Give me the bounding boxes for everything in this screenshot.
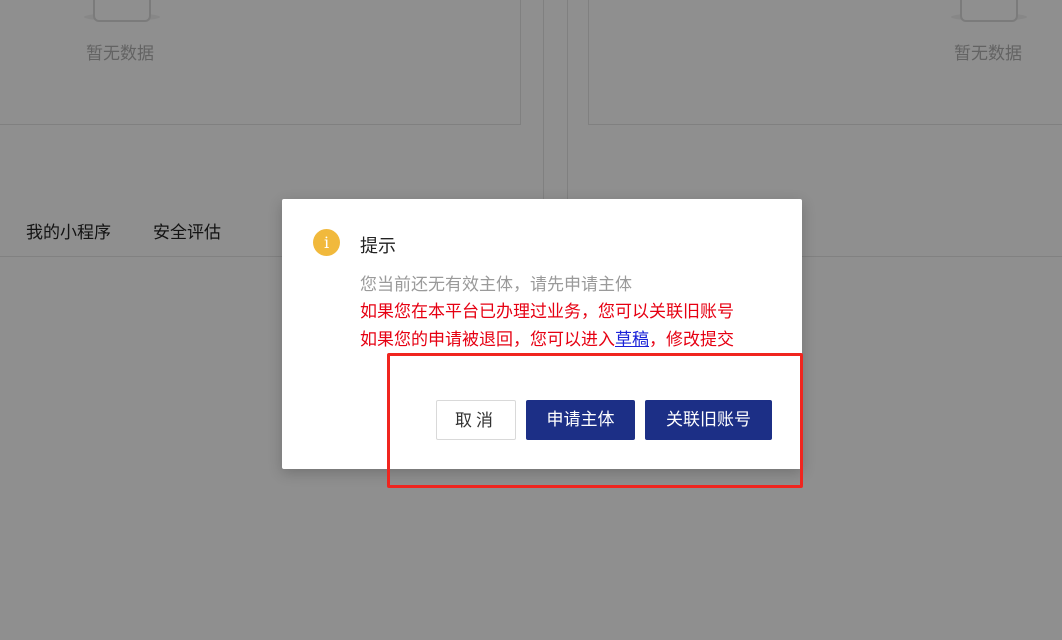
annotation-highlight-box <box>387 353 803 488</box>
no-valid-subject-message: 您当前还无有效主体，请先申请主体 <box>360 275 632 295</box>
draft-hint: 如果您的申请被退回，您可以进入草稿，修改提交 <box>360 325 734 350</box>
info-icon: i <box>313 229 340 256</box>
dialog-title: 提示 <box>360 236 396 257</box>
draft-link[interactable]: 草稿 <box>615 330 649 350</box>
draft-hint-prefix: 如果您的申请被退回，您可以进入 <box>360 330 615 350</box>
link-old-account-hint: 如果您在本平台已办理过业务，您可以关联旧账号 <box>360 302 734 322</box>
draft-hint-suffix: ，修改提交 <box>649 330 734 350</box>
